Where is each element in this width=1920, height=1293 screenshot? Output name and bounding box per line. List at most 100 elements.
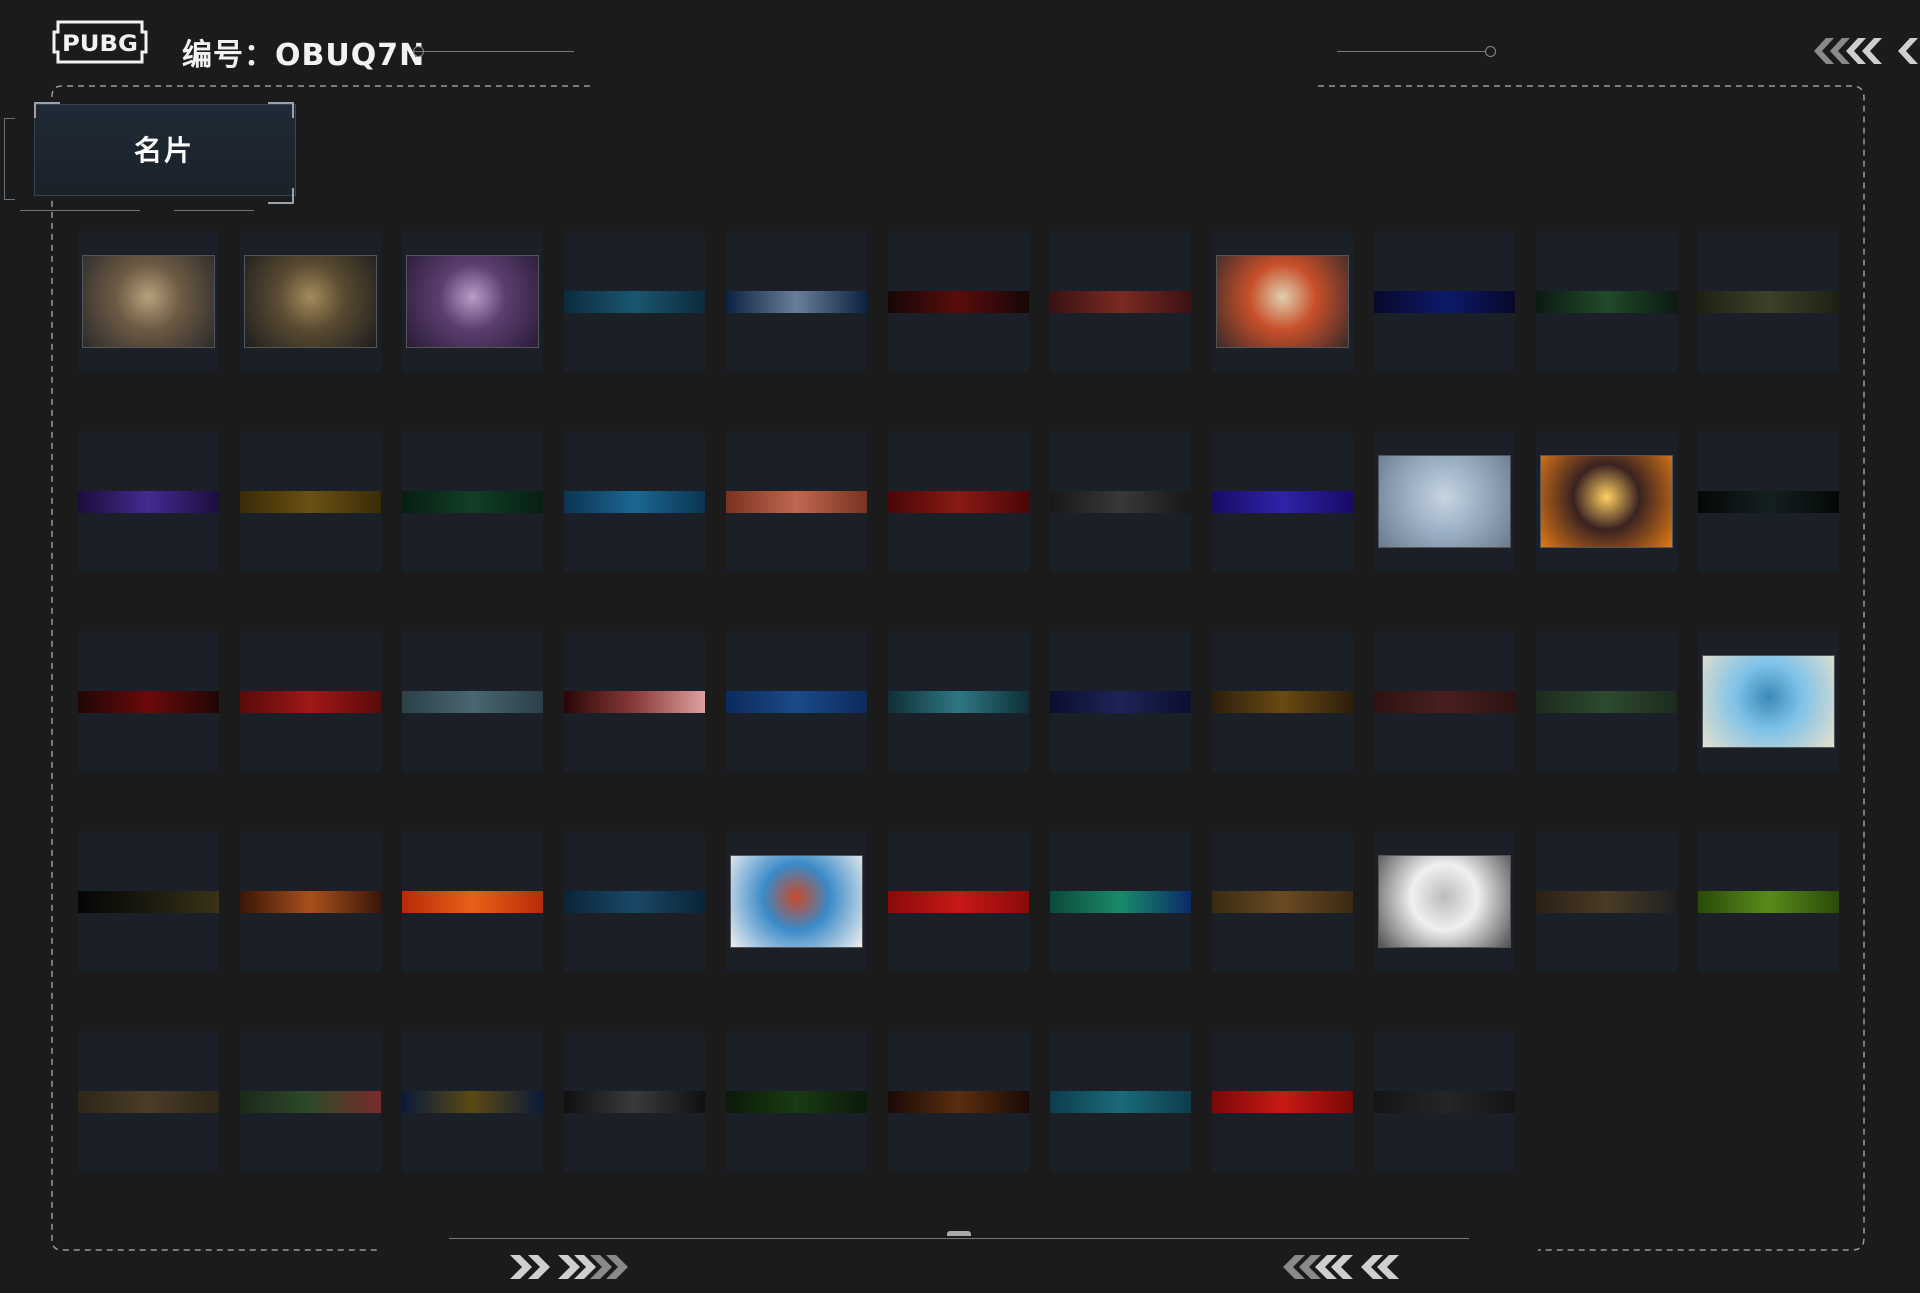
purple-hair-portrait-icon xyxy=(406,255,539,348)
nameplate-card[interactable] xyxy=(1212,1031,1353,1172)
nameplate-card[interactable] xyxy=(1212,831,1353,972)
nameplate-banner xyxy=(1698,491,1839,513)
nameplate-card[interactable] xyxy=(726,1031,867,1172)
nameplate-card[interactable] xyxy=(564,631,705,772)
nameplate-card[interactable] xyxy=(1050,631,1191,772)
nameplate-banner xyxy=(1050,291,1191,313)
tab-corner-bl xyxy=(4,118,15,200)
nameplate-card[interactable] xyxy=(1374,1031,1515,1172)
nameplate-card[interactable] xyxy=(1212,631,1353,772)
nameplate-grid xyxy=(78,231,1841,1172)
nameplate-card[interactable] xyxy=(1050,431,1191,572)
nameplate-card[interactable] xyxy=(1536,231,1677,372)
nameplate-banner xyxy=(1374,691,1515,713)
nameplate-card[interactable] xyxy=(402,431,543,572)
nameplate-banner xyxy=(402,1091,543,1113)
nameplate-banner xyxy=(1536,291,1677,313)
nameplate-card[interactable] xyxy=(1698,631,1839,772)
nameplate-card[interactable] xyxy=(1536,831,1677,972)
nameplate-card[interactable] xyxy=(1374,231,1515,372)
reporter-scene-icon xyxy=(82,255,215,348)
nameplate-card[interactable] xyxy=(1374,431,1515,572)
nameplate-banner xyxy=(1536,691,1677,713)
nameplate-card[interactable] xyxy=(888,1031,1029,1172)
nameplate-card[interactable] xyxy=(240,431,381,572)
nameplate-card[interactable] xyxy=(888,231,1029,372)
nameplate-banner xyxy=(1536,891,1677,913)
nameplate-card[interactable] xyxy=(1374,631,1515,772)
nameplate-card[interactable] xyxy=(726,231,867,372)
nameplate-card[interactable] xyxy=(402,1031,543,1172)
nameplate-banner xyxy=(1374,291,1515,313)
nameplate-card[interactable] xyxy=(240,231,381,372)
nameplate-card[interactable] xyxy=(1050,831,1191,972)
seagull-icon xyxy=(1702,655,1835,748)
nameplate-banner xyxy=(78,691,219,713)
chevrons-right-icon xyxy=(510,1255,628,1279)
nameplate-card[interactable] xyxy=(1050,231,1191,372)
nameplate-card[interactable] xyxy=(1212,231,1353,372)
nameplate-banner xyxy=(1212,491,1353,513)
nameplate-banner xyxy=(1212,891,1353,913)
scroll-indicator[interactable] xyxy=(947,1231,971,1236)
nameplate-card[interactable] xyxy=(240,831,381,972)
nameplate-card[interactable] xyxy=(1050,1031,1191,1172)
nameplate-card[interactable] xyxy=(1698,831,1839,972)
nameplate-banner xyxy=(1050,691,1191,713)
nameplate-card[interactable] xyxy=(402,631,543,772)
nameplate-card[interactable] xyxy=(402,231,543,372)
nameplate-card[interactable] xyxy=(726,431,867,572)
nameplate-card[interactable] xyxy=(78,431,219,572)
nameplate-banner xyxy=(1698,291,1839,313)
nameplate-card[interactable] xyxy=(564,431,705,572)
nameplate-banner xyxy=(564,891,705,913)
nameplate-banner xyxy=(564,491,705,513)
nameplate-banner xyxy=(78,1091,219,1113)
nameplate-banner xyxy=(726,291,867,313)
nameplate-card[interactable] xyxy=(1698,231,1839,372)
nameplate-card[interactable] xyxy=(726,631,867,772)
bottom-divider xyxy=(449,1238,1469,1239)
nameplate-card[interactable] xyxy=(402,831,543,972)
nameplate-card[interactable] xyxy=(1212,431,1353,572)
nameplate-card[interactable] xyxy=(240,1031,381,1172)
nameplate-banner xyxy=(78,891,219,913)
nameplate-card[interactable] xyxy=(78,631,219,772)
nameplate-card[interactable] xyxy=(78,231,219,372)
nameplate-banner xyxy=(1212,691,1353,713)
nameplate-banner xyxy=(726,491,867,513)
sketch-character-icon xyxy=(1378,855,1511,948)
nameplate-banner xyxy=(240,691,381,713)
nameplate-banner xyxy=(564,1091,705,1113)
tab-label: 名片 xyxy=(133,134,194,167)
nameplate-card[interactable] xyxy=(726,831,867,972)
flaming-heart-icon xyxy=(1540,455,1673,548)
nameplate-card[interactable] xyxy=(564,1031,705,1172)
snowman-icon xyxy=(730,855,863,948)
gears-icon xyxy=(244,255,377,348)
nameplate-banner xyxy=(726,1091,867,1113)
nameplate-card[interactable] xyxy=(1536,431,1677,572)
nameplate-banner xyxy=(1050,1091,1191,1113)
nameplate-banner xyxy=(1698,891,1839,913)
nameplate-banner xyxy=(402,691,543,713)
nameplate-card[interactable] xyxy=(1536,631,1677,772)
nameplate-banner xyxy=(1050,891,1191,913)
tab-underline-right xyxy=(174,210,254,211)
nameplate-card[interactable] xyxy=(564,831,705,972)
tab-nameplates[interactable]: 名片 xyxy=(4,102,296,211)
nameplate-card[interactable] xyxy=(888,631,1029,772)
nameplate-banner xyxy=(402,891,543,913)
nameplate-card[interactable] xyxy=(78,1031,219,1172)
nameplate-card[interactable] xyxy=(1698,431,1839,572)
nameplate-banner xyxy=(888,891,1029,913)
nameplate-banner xyxy=(1050,491,1191,513)
nameplate-card[interactable] xyxy=(240,631,381,772)
nameplate-banner xyxy=(240,1091,381,1113)
nameplate-card[interactable] xyxy=(888,431,1029,572)
nameplate-card[interactable] xyxy=(888,831,1029,972)
nameplate-card[interactable] xyxy=(564,231,705,372)
nameplate-card[interactable] xyxy=(1374,831,1515,972)
nameplate-card[interactable] xyxy=(78,831,219,972)
tab-underline-left xyxy=(20,210,140,211)
